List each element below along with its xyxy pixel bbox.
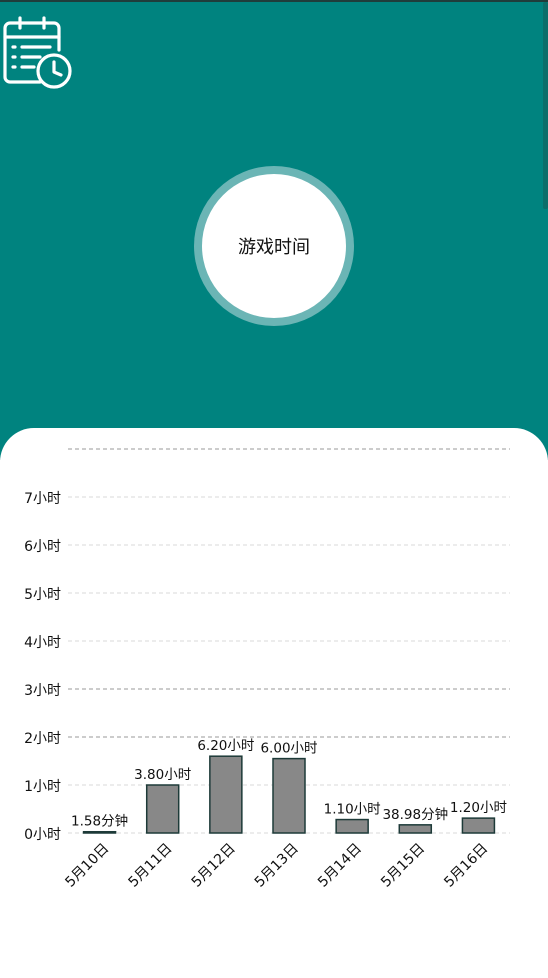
x-tick-label: 5月16日: [441, 841, 491, 891]
scrollbar[interactable]: [543, 2, 548, 209]
play-time-label: 游戏时间: [238, 237, 310, 258]
y-tick-label: 5小时: [24, 587, 61, 603]
play-time-bar-chart: 0小时 1小时 2小时 3小时 4小时 5小时 6小时 7小时 1.58分钟 5月10日 3.80小…: [24, 448, 510, 891]
bar: [335, 818, 369, 834]
play-time-button[interactable]: 游戏时间: [202, 174, 346, 318]
bar-value-label: 6.00小时: [260, 741, 317, 757]
bar-value-label: 1.58分钟: [71, 813, 128, 830]
bar: [398, 824, 433, 834]
x-tick-label: 5月10日: [62, 841, 112, 891]
x-tick-label: 5月13日: [252, 841, 302, 891]
bar-value-label: 3.80小时: [134, 767, 191, 783]
bar-value-label: 1.20小时: [450, 800, 507, 816]
bar-value-label: 1.10小时: [324, 802, 381, 818]
bar: [209, 755, 243, 834]
bar: [272, 757, 306, 834]
bar: [145, 784, 180, 834]
calendar-clock-icon[interactable]: [2, 16, 74, 90]
y-tick-label: 1小时: [24, 779, 61, 795]
y-tick-label: 4小时: [24, 635, 61, 651]
y-tick-label: 7小时: [24, 491, 61, 507]
bar-value-label: 38.98分钟: [382, 806, 448, 823]
bar: [461, 817, 496, 834]
y-tick-label: 6小时: [24, 539, 61, 555]
bar: [82, 830, 117, 834]
y-tick-label: 2小时: [24, 731, 61, 747]
y-tick-label: 0小时: [24, 827, 61, 843]
bar-value-label: 6.20小时: [197, 738, 254, 754]
x-tick-label: 5月11日: [126, 841, 176, 891]
y-tick-label: 3小时: [24, 683, 61, 699]
status-bar: [0, 0, 548, 2]
x-tick-label: 5月12日: [189, 841, 239, 891]
header-panel: 游戏时间: [0, 0, 548, 460]
x-tick-label: 5月14日: [315, 841, 365, 891]
x-tick-label: 5月15日: [378, 841, 428, 891]
play-time-ring: 游戏时间: [194, 166, 354, 326]
